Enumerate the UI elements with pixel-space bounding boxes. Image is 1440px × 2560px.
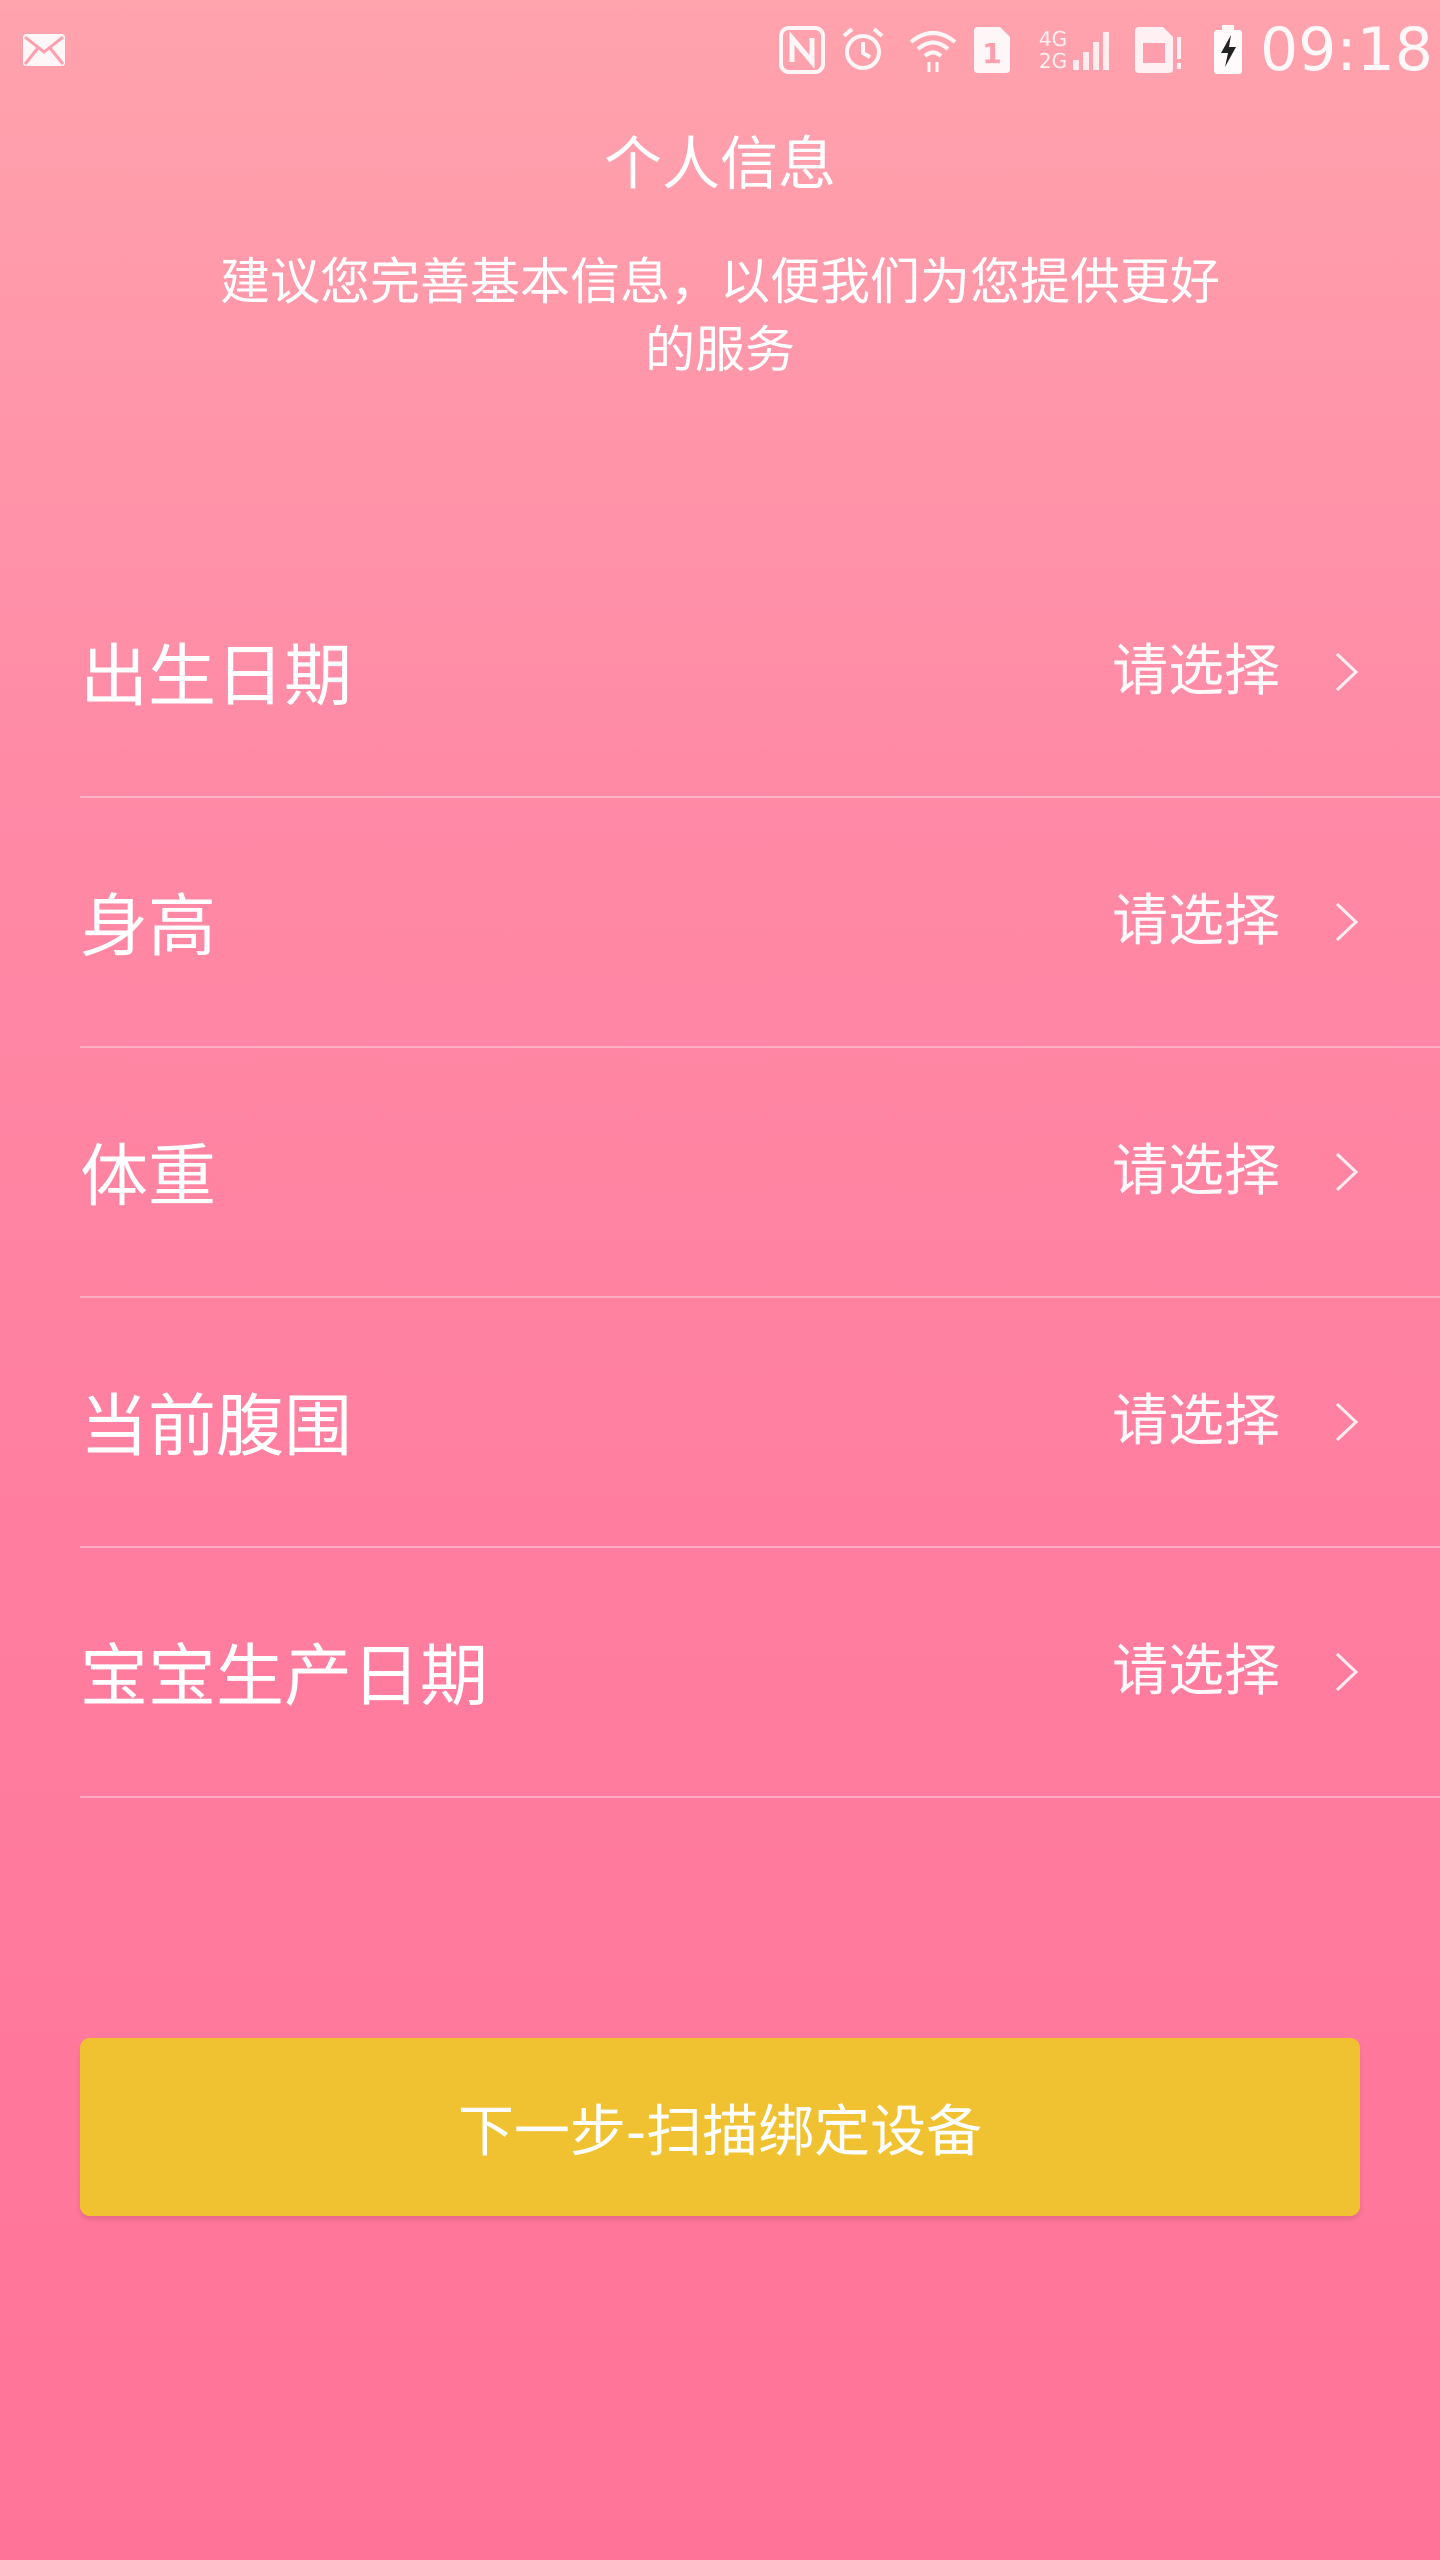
- subtitle-line-1: 建议您完善基本信息，以便我们为您提供更好: [220, 253, 1220, 311]
- row-value[interactable]: 请选择: [1112, 1384, 1280, 1460]
- signal-icon: 4G 2G: [1030, 22, 1120, 78]
- network-type-bottom: 2G: [1038, 49, 1068, 73]
- sim-card-icon: [1130, 22, 1186, 78]
- profile-form: 出生日期 请选择 身高 请选择 体重 请选择 当前腹围 请选择 宝宝生产日期 请…: [0, 548, 1440, 1798]
- due-date-row[interactable]: 宝宝生产日期 请选择: [80, 1548, 1440, 1798]
- page-subtitle: 建议您完善基本信息，以便我们为您提供更好 的服务: [180, 248, 1260, 384]
- mail-icon: [20, 22, 68, 78]
- chevron-right-icon: [1335, 902, 1359, 942]
- row-label: 宝宝生产日期: [80, 1638, 489, 1717]
- chevron-right-icon: [1335, 1402, 1359, 1442]
- row-label: 身高: [80, 888, 217, 967]
- row-value[interactable]: 请选择: [1112, 1634, 1280, 1710]
- row-value[interactable]: 请选择: [1112, 1134, 1280, 1210]
- chevron-right-icon: [1335, 652, 1359, 692]
- battery-charging-icon: [1208, 22, 1248, 78]
- network-type-top: 4G: [1038, 27, 1068, 51]
- status-bar: 1 4G 2G 09:18: [0, 0, 1440, 100]
- chevron-right-icon: [1335, 1152, 1359, 1192]
- row-label: 体重: [80, 1138, 217, 1217]
- sim-card-icon: 1: [970, 22, 1014, 78]
- row-label: 出生日期: [80, 638, 353, 717]
- next-step-button[interactable]: 下一步-扫描绑定设备: [80, 2038, 1360, 2216]
- row-value[interactable]: 请选择: [1112, 634, 1280, 710]
- page-title: 个人信息: [603, 130, 836, 198]
- chevron-right-icon: [1335, 1652, 1359, 1692]
- nfc-icon: [778, 22, 826, 78]
- birth-date-row[interactable]: 出生日期 请选择: [80, 548, 1440, 798]
- subtitle-line-2: 的服务: [645, 321, 795, 379]
- row-label: 当前腹围: [80, 1388, 353, 1467]
- height-row[interactable]: 身高 请选择: [80, 798, 1440, 1048]
- weight-row[interactable]: 体重 请选择: [80, 1048, 1440, 1298]
- row-value[interactable]: 请选择: [1112, 884, 1280, 960]
- sim-slot-label: 1: [982, 37, 1001, 70]
- wifi-icon: [905, 22, 961, 78]
- waist-row[interactable]: 当前腹围 请选择: [80, 1298, 1440, 1548]
- status-time: 09:18: [1260, 15, 1433, 85]
- alarm-icon: [838, 22, 888, 78]
